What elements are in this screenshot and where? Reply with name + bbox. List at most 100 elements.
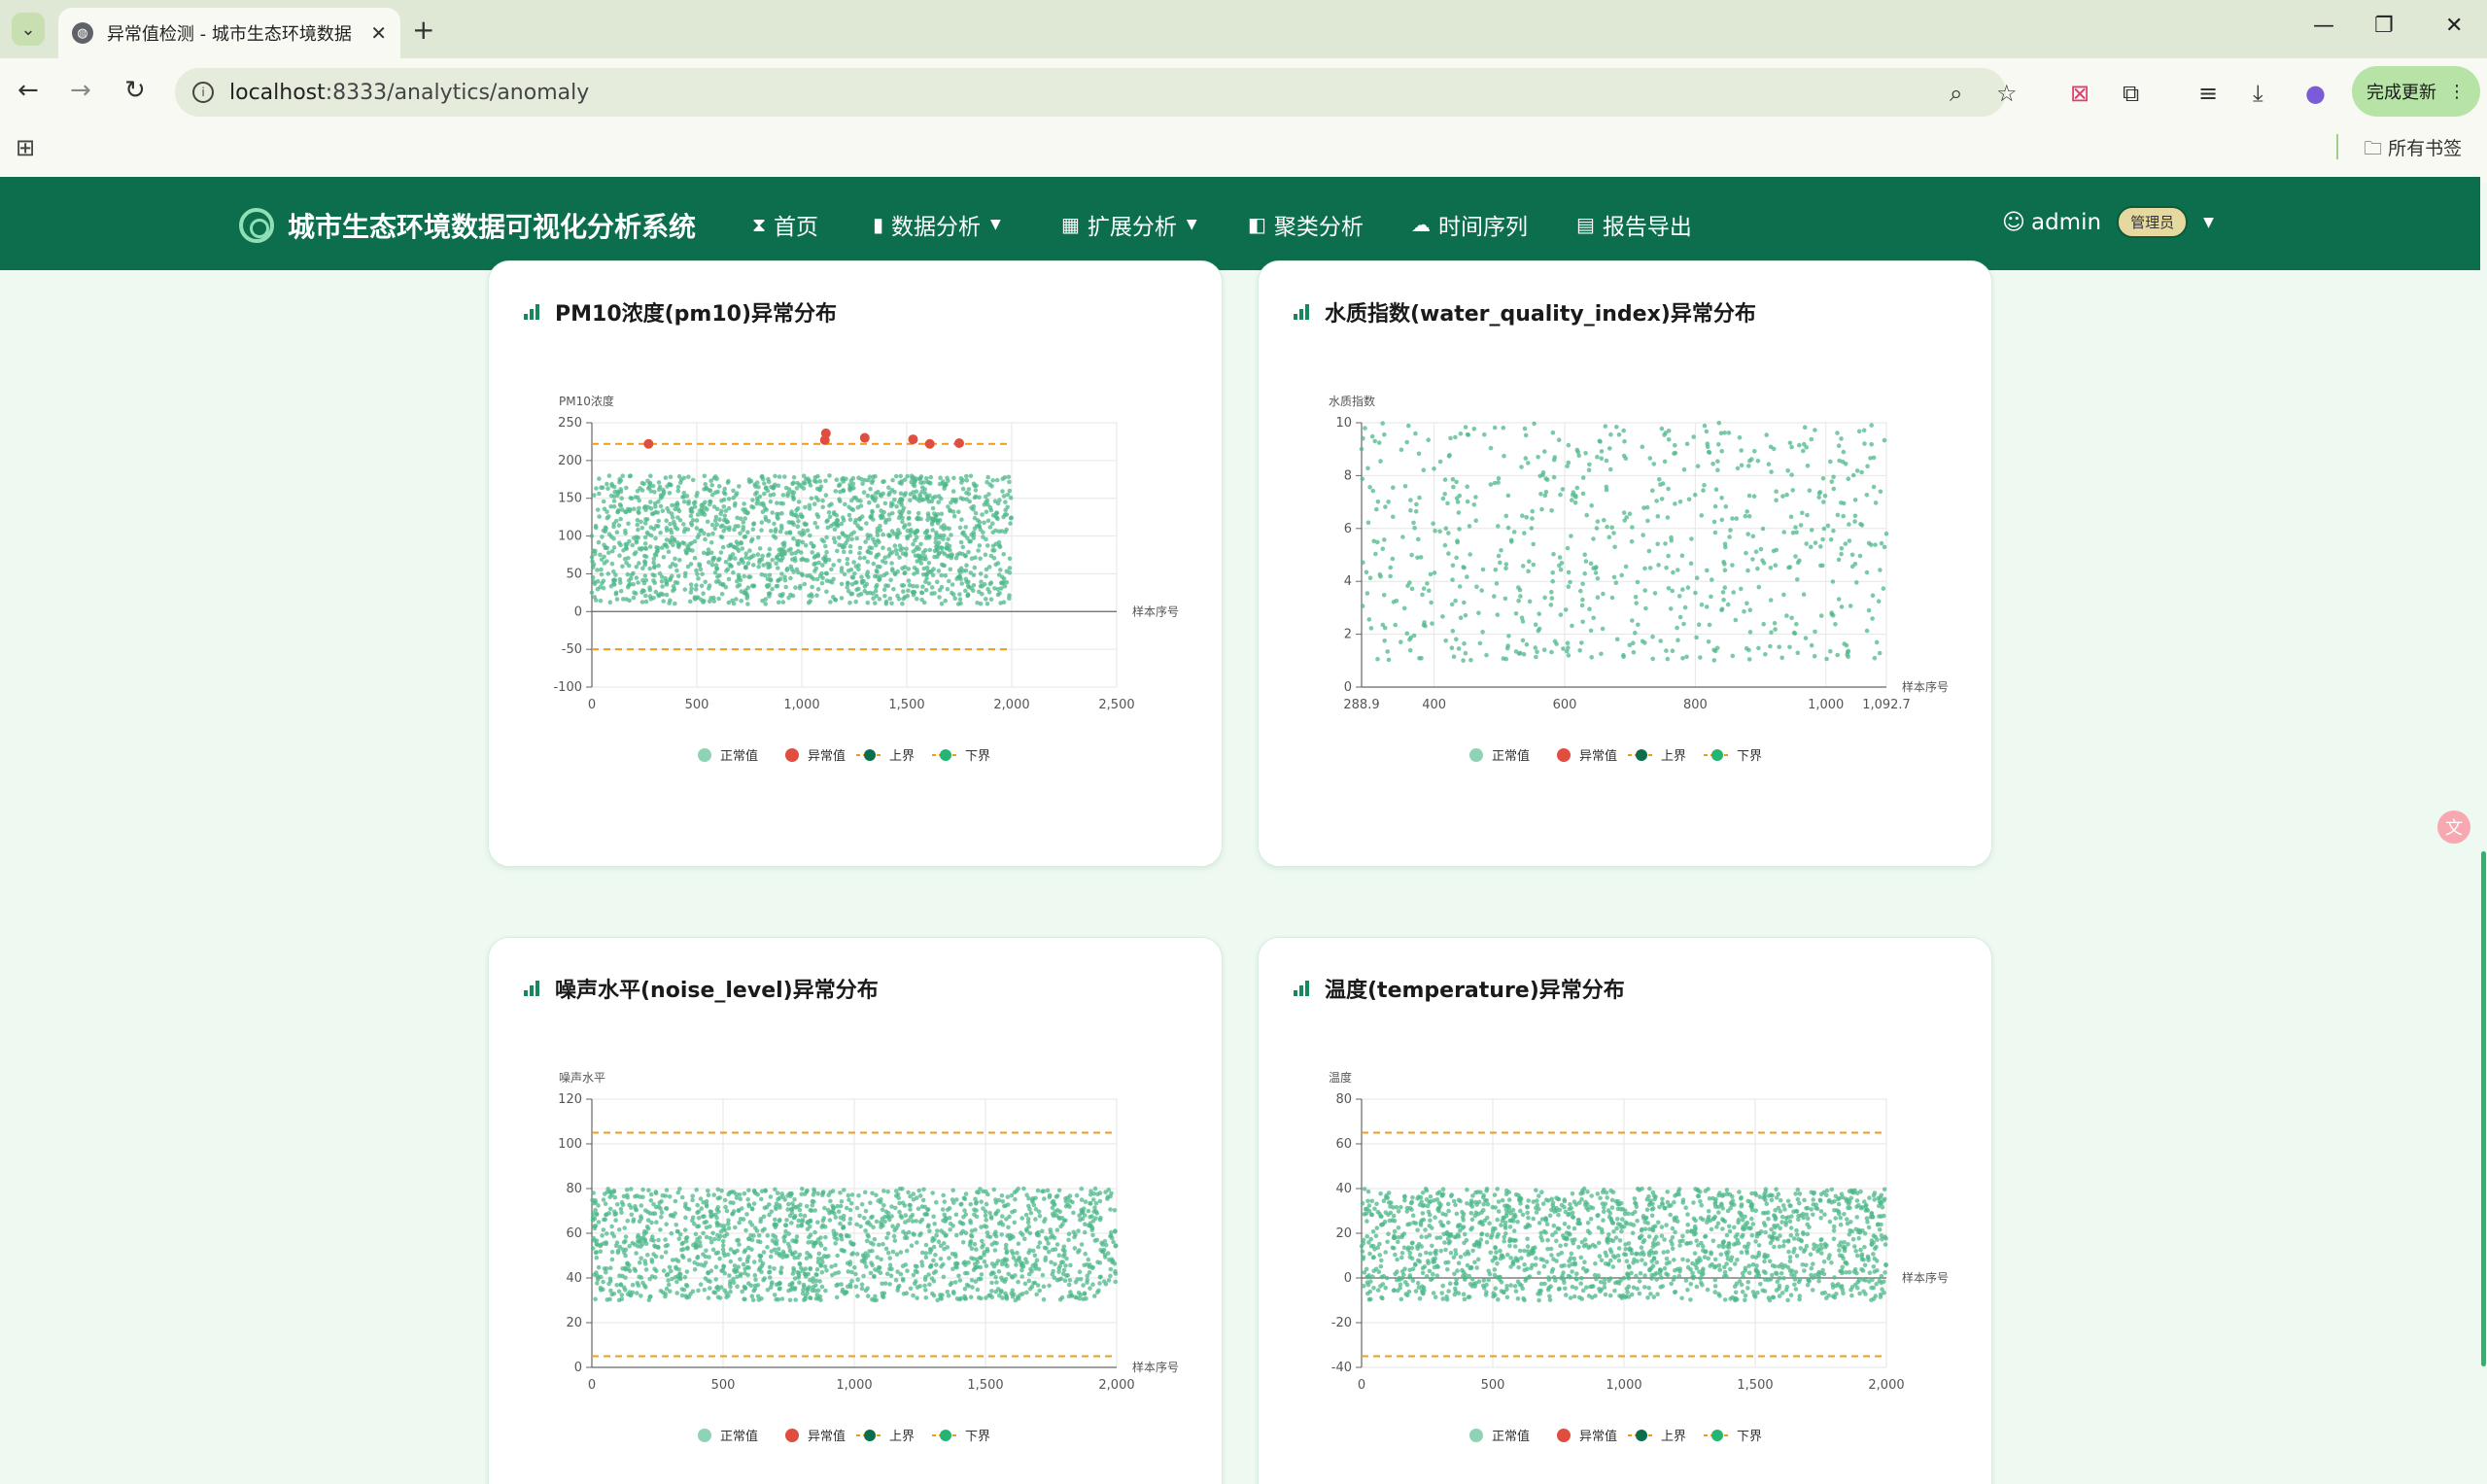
normal-point [964,563,969,568]
browser-tab-active[interactable]: ◍ 异常值检测 - 城市生态环境数据 ✕ [58,8,400,58]
brand-link[interactable]: 城市生态环境数据可视化分析系统 [239,206,696,245]
normal-point [1595,454,1600,460]
normal-point [646,1188,651,1192]
normal-point [593,1224,599,1228]
normal-point [1022,1236,1027,1242]
normal-point [777,474,782,479]
nav-report-export[interactable]: ▤ 报告导出 [1576,208,1692,241]
normal-point [925,479,930,485]
normal-point [767,1275,773,1280]
normal-point [590,559,595,564]
tab-search-chevron-icon[interactable]: ⌄ [12,13,45,46]
normal-point [1407,580,1412,585]
normal-point [813,1283,818,1288]
normal-point [942,486,947,491]
forward-arrow-icon[interactable]: → [70,76,91,105]
apps-grid-icon[interactable]: ⊞ [16,134,35,161]
normal-point [902,570,908,575]
bookmark-star-icon[interactable]: ☆ [1996,80,2018,107]
normal-point [773,1234,778,1239]
profile-avatar-icon[interactable]: ● [2305,80,2326,107]
normal-point [597,476,602,481]
normal-point [1568,1295,1573,1300]
normal-point [1113,1229,1118,1234]
normal-point [1706,639,1711,644]
zoom-icon[interactable]: ⌕ [1950,80,1962,107]
media-control-icon[interactable]: ≡ [2198,80,2218,107]
x-axis-label: 样本序号 [1902,679,1949,694]
normal-point [836,483,842,489]
normal-point [632,506,637,511]
normal-point [747,548,752,553]
normal-point [702,512,708,517]
window-close-icon[interactable]: ✕ [2445,14,2463,38]
translate-extension-icon[interactable]: ⊠ [2070,80,2090,107]
reload-icon[interactable]: ↻ [124,76,146,105]
normal-point [1611,531,1616,535]
address-bar[interactable]: i localhost:8333/analytics/anomaly [175,68,2006,117]
normal-point [1760,526,1766,532]
normal-point [754,1228,760,1233]
user-menu[interactable]: ☺ admin 管理员 ▼ [2002,206,2214,238]
normal-point [696,576,701,581]
scatter-chart-noise[interactable]: 噪声水平0204060801001200 500 1,000 1,500 2,000样本… [489,1045,1223,1484]
normal-point [722,1197,728,1203]
normal-point [961,1260,966,1265]
normal-point [915,1285,920,1290]
tab-close-icon[interactable]: ✕ [370,21,387,45]
nav-extended-analysis[interactable]: ▦ 扩展分析 ▼ [1061,208,1197,241]
nav-data-analysis[interactable]: ▮ 数据分析 ▼ [873,208,1001,241]
normal-point [881,514,885,520]
normal-point [1083,1199,1088,1204]
normal-point [611,484,617,490]
nav-time-series[interactable]: ☁ 时间序列 [1411,208,1528,241]
normal-point [1599,449,1605,454]
extensions-puzzle-icon[interactable]: ⧉ [2123,80,2139,107]
normal-point [724,1231,730,1237]
normal-point [779,1296,785,1301]
normal-point [1739,463,1744,468]
normal-point [1041,1296,1047,1302]
scatter-chart-temperature[interactable]: 温度-40-200204060800 500 1,000 1,500 2,000样本序号… [1259,1045,1992,1484]
normal-point [1439,1291,1444,1295]
normal-point [807,1219,812,1225]
normal-point [808,1255,813,1260]
normal-point [745,530,750,535]
normal-point [1440,1296,1445,1301]
normal-point [791,522,796,527]
normal-point [1731,590,1736,595]
normal-point [1492,480,1498,486]
normal-point [825,525,831,531]
all-bookmarks-button[interactable]: 🗀 所有书签 [2364,134,2462,166]
normal-point [1424,1274,1430,1279]
site-info-icon[interactable]: i [192,82,214,103]
nav-cluster-analysis[interactable]: ◧ 聚类分析 [1248,208,1364,241]
back-arrow-icon[interactable]: ← [17,76,39,105]
nav-home[interactable]: ⧗ 首页 [752,208,818,241]
minimize-icon[interactable]: — [2313,14,2334,38]
normal-point [1869,423,1874,428]
normal-point [984,573,988,579]
normal-point [945,1290,950,1294]
normal-point [604,1231,609,1236]
new-tab-plus-icon[interactable]: + [412,14,434,46]
normal-point [832,527,838,532]
normal-point [1595,595,1601,600]
normal-point [668,598,673,604]
normal-point [1474,584,1479,590]
scatter-chart-water-quality[interactable]: 水质指数0246810288.9 400 600 800 1,000 1,092.7样本序… [1259,368,1992,854]
scatter-chart-pm10[interactable]: PM10浓度-100-500501001502002500 500 1,000 1,5… [489,368,1223,854]
normal-point [780,541,785,546]
update-complete-button[interactable]: 完成更新 ⋮ [2352,66,2480,117]
download-icon[interactable]: ⤓ [2253,80,2263,107]
y-tick-label: 20 [1335,1226,1352,1241]
normal-point [1679,553,1685,559]
normal-point [708,539,714,545]
normal-point [1007,488,1013,494]
normal-point [800,1187,805,1191]
normal-point [1524,641,1530,647]
restore-icon[interactable]: ❐ [2374,14,2394,38]
normal-point [881,1189,886,1193]
normal-point [1859,469,1864,475]
normal-point [1643,605,1648,611]
